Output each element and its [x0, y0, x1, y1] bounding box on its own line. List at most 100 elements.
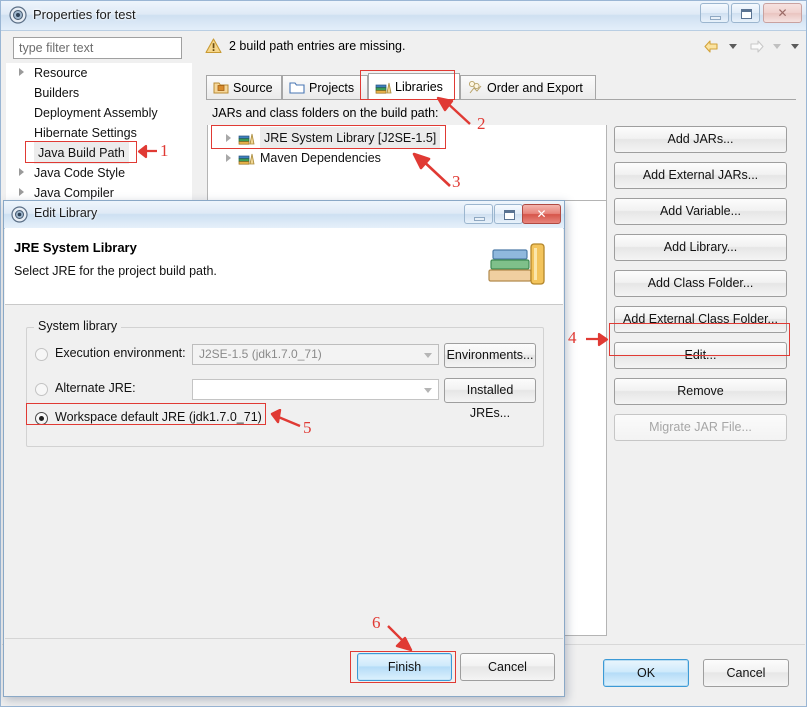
sidebar-item-label: Java Build Path [34, 142, 129, 164]
overflow-menu-caret-icon[interactable] [791, 44, 799, 49]
edit-library-dialog: Edit Library ✕ JRE System Library Select… [3, 200, 565, 697]
execution-environment-value: J2SE-1.5 (jdk1.7.0_71) [199, 347, 322, 361]
finish-button[interactable]: Finish [357, 653, 452, 681]
chevron-right-icon [19, 168, 24, 176]
search-placeholder: type filter text [19, 41, 94, 55]
dialog-cancel-button[interactable]: Cancel [460, 653, 555, 681]
dialog-titlebar[interactable]: Edit Library ✕ [4, 201, 564, 229]
minimize-icon [474, 217, 485, 221]
forward-arrow-icon [749, 39, 765, 54]
dialog-footer: Finish Cancel [5, 638, 563, 695]
tab-source[interactable]: Source [206, 75, 282, 100]
sidebar-item-label: Deployment Assembly [34, 106, 158, 120]
search-input[interactable]: type filter text [13, 37, 182, 59]
dialog-title: Edit Library [34, 206, 98, 220]
libraries-books-icon [375, 80, 392, 95]
maximize-button[interactable] [731, 3, 760, 23]
sidebar-item-label: Hibernate Settings [34, 126, 137, 140]
chevron-down-icon [424, 353, 432, 358]
execution-environment-combo[interactable]: J2SE-1.5 (jdk1.7.0_71) [192, 344, 439, 365]
window-titlebar[interactable]: Properties for test ✕ [1, 1, 806, 31]
dialog-header-subtitle: Select JRE for the project build path. [14, 264, 217, 278]
add-variable-button[interactable]: Add Variable... [614, 198, 787, 225]
settings-tree[interactable]: Resource Builders Deployment Assembly Hi… [6, 63, 192, 203]
tab-label: Order and Export [487, 81, 583, 95]
chevron-right-icon [19, 68, 24, 76]
edit-button[interactable]: Edit... [614, 342, 787, 369]
chevron-down-icon [424, 388, 432, 393]
dialog-maximize-button[interactable] [494, 204, 523, 224]
minimize-button[interactable] [700, 3, 729, 23]
installed-jres-button[interactable]: Installed JREs... [444, 378, 536, 420]
chevron-right-icon[interactable] [226, 134, 231, 142]
sidebar-item-deployment-assembly[interactable]: Deployment Assembly [6, 103, 192, 123]
dialog-close-button[interactable]: ✕ [522, 204, 561, 224]
libraries-tree[interactable]: JRE System Library [J2SE-1.5] Maven Depe… [207, 125, 607, 201]
tab-libraries[interactable]: Libraries [368, 73, 460, 100]
sidebar-item-hibernate-settings[interactable]: Hibernate Settings [6, 123, 192, 143]
library-row-maven-dependencies[interactable]: Maven Dependencies [208, 147, 606, 169]
workspace-default-jre-label: Workspace default JRE (jdk1.7.0_71) [55, 410, 262, 424]
library-actions: Add JARs... Add External JARs... Add Var… [614, 126, 787, 450]
add-class-folder-button[interactable]: Add Class Folder... [614, 270, 787, 297]
environments-button[interactable]: Environments... [444, 343, 536, 368]
window-title: Properties for test [33, 7, 136, 22]
tab-label: Projects [309, 81, 355, 95]
books-stack-icon [487, 238, 549, 294]
back-dropdown-caret-icon[interactable] [729, 44, 737, 49]
sidebar-item-java-build-path[interactable]: Java Build Path [6, 142, 192, 164]
sidebar-item-java-code-style[interactable]: Java Code Style [6, 163, 192, 183]
alternate-jre-combo[interactable] [192, 379, 439, 400]
alternate-jre-row[interactable]: Alternate JRE: Installed JREs... [4, 378, 564, 420]
execution-environment-row[interactable]: Execution environment: J2SE-1.5 (jdk1.7.… [4, 343, 564, 368]
dialog-minimize-button[interactable] [464, 204, 493, 224]
cancel-button[interactable]: Cancel [703, 659, 789, 687]
execution-environment-label: Execution environment: [55, 346, 186, 360]
sidebar-item-label: Builders [34, 86, 80, 100]
order-export-icon [467, 80, 483, 95]
sidebar-item-label: Resource [34, 66, 88, 80]
dialog-header: JRE System Library Select JRE for the pr… [5, 228, 563, 305]
ok-button[interactable]: OK [603, 659, 689, 687]
execution-environment-radio[interactable] [35, 348, 48, 361]
chevron-right-icon [19, 188, 24, 196]
dialog-header-title: JRE System Library [14, 240, 137, 255]
close-icon: ✕ [777, 6, 788, 20]
back-arrow-icon[interactable] [703, 39, 719, 54]
projects-folder-icon [289, 80, 305, 95]
add-jars-button[interactable]: Add JARs... [614, 126, 787, 153]
tab-projects[interactable]: Projects [282, 75, 368, 100]
sidebar-item-resource[interactable]: Resource [6, 63, 192, 83]
warning-bar: 2 build path entries are missing. [197, 31, 805, 63]
migrate-jar-file-button: Migrate JAR File... [614, 414, 787, 441]
tab-strip: Source Projects Libraries Order and Expo… [206, 73, 596, 100]
chevron-right-icon[interactable] [226, 154, 231, 162]
sidebar-item-builders[interactable]: Builders [6, 83, 192, 103]
library-books-icon [238, 131, 255, 145]
library-row-label: Maven Dependencies [260, 151, 381, 165]
tab-label: Libraries [395, 80, 443, 94]
sidebar-item-label: Java Code Style [34, 166, 126, 180]
workspace-default-jre-radio[interactable] [35, 412, 48, 425]
alternate-jre-label: Alternate JRE: [55, 381, 136, 395]
workspace-default-jre-row[interactable]: Workspace default JRE (jdk1.7.0_71) [4, 408, 564, 430]
eclipse-dialog-icon [11, 206, 28, 223]
forward-dropdown-caret-icon [773, 44, 781, 49]
library-row-label: JRE System Library [J2SE-1.5] [260, 127, 441, 149]
maximize-icon [504, 210, 515, 220]
close-icon: ✕ [536, 207, 547, 221]
alternate-jre-radio[interactable] [35, 383, 48, 396]
maximize-icon [741, 9, 752, 19]
add-external-class-folder-button[interactable]: Add External Class Folder... [614, 306, 787, 333]
add-external-jars-button[interactable]: Add External JARs... [614, 162, 787, 189]
libraries-caption: JARs and class folders on the build path… [212, 106, 439, 120]
system-library-group-label: System library [34, 319, 122, 333]
close-button[interactable]: ✕ [763, 3, 802, 23]
minimize-icon [710, 16, 721, 20]
warning-message: 2 build path entries are missing. [229, 39, 406, 53]
library-row-jre-system-library[interactable]: JRE System Library [J2SE-1.5] [208, 127, 606, 149]
source-folder-icon [213, 80, 229, 95]
add-library-button[interactable]: Add Library... [614, 234, 787, 261]
tab-order-and-export[interactable]: Order and Export [460, 75, 596, 100]
remove-button[interactable]: Remove [614, 378, 787, 405]
